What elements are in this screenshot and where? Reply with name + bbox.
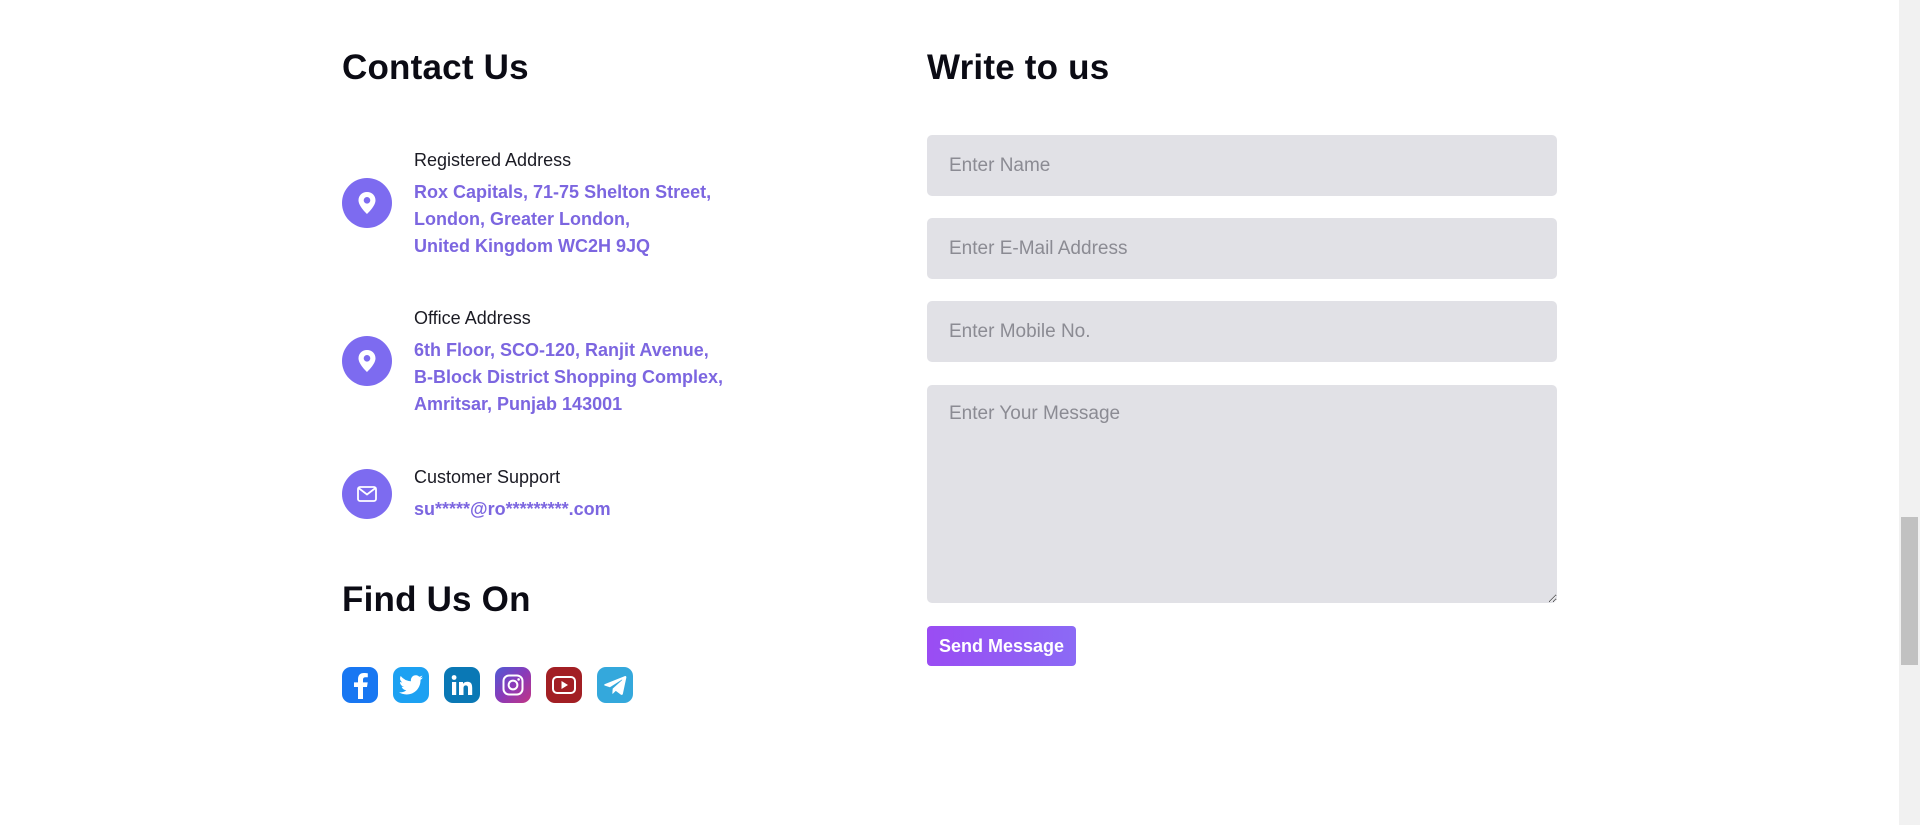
address-line: Amritsar, Punjab 143001: [414, 394, 623, 414]
scrollbar-track[interactable]: [1899, 0, 1920, 825]
telegram-icon[interactable]: [597, 667, 633, 703]
twitter-icon[interactable]: [393, 667, 429, 703]
facebook-icon[interactable]: [342, 667, 378, 703]
scrollbar-thumb[interactable]: [1901, 517, 1918, 665]
send-message-button[interactable]: Send Message: [927, 626, 1077, 666]
message-textarea[interactable]: [927, 385, 1557, 603]
envelope-icon: [342, 469, 392, 519]
address-line: 6th Floor, SCO-120, Ranjit Avenue,: [414, 340, 709, 360]
address-line: London, Greater London,: [414, 209, 630, 229]
contact-title: Contact Us: [342, 48, 529, 87]
mobile-input[interactable]: [927, 301, 1557, 362]
instagram-icon[interactable]: [495, 667, 531, 703]
address-line: B-Block District Shopping Complex,: [414, 367, 724, 387]
map-pin-icon: [342, 336, 392, 386]
social-links: [342, 667, 633, 703]
registered-address-label: Registered Address: [414, 150, 572, 170]
office-address-text: 6th Floor, SCO-120, Ranjit Avenue, B-Blo…: [414, 337, 723, 418]
address-line: United Kingdom WC2H 9JQ: [414, 236, 651, 256]
youtube-icon[interactable]: [546, 667, 582, 703]
office-address-label: Office Address: [414, 308, 531, 328]
email-input[interactable]: [927, 218, 1557, 279]
customer-support-text: su*****@ro*********.com: [414, 496, 611, 523]
name-input[interactable]: [927, 135, 1557, 196]
registered-address-text: Rox Capitals, 71-75 Shelton Street, Lond…: [414, 179, 711, 260]
form-title: Write to us: [927, 48, 1110, 87]
linkedin-icon[interactable]: [444, 667, 480, 703]
map-pin-icon: [342, 178, 392, 228]
address-line: Rox Capitals, 71-75 Shelton Street,: [414, 182, 712, 202]
contact-page: Contact Us Registered Address Rox Capita…: [0, 0, 1920, 825]
support-email-link[interactable]: su*****@ro*********.com: [414, 496, 611, 523]
customer-support-label: Customer Support: [414, 467, 561, 487]
find-us-title: Find Us On: [342, 580, 531, 619]
